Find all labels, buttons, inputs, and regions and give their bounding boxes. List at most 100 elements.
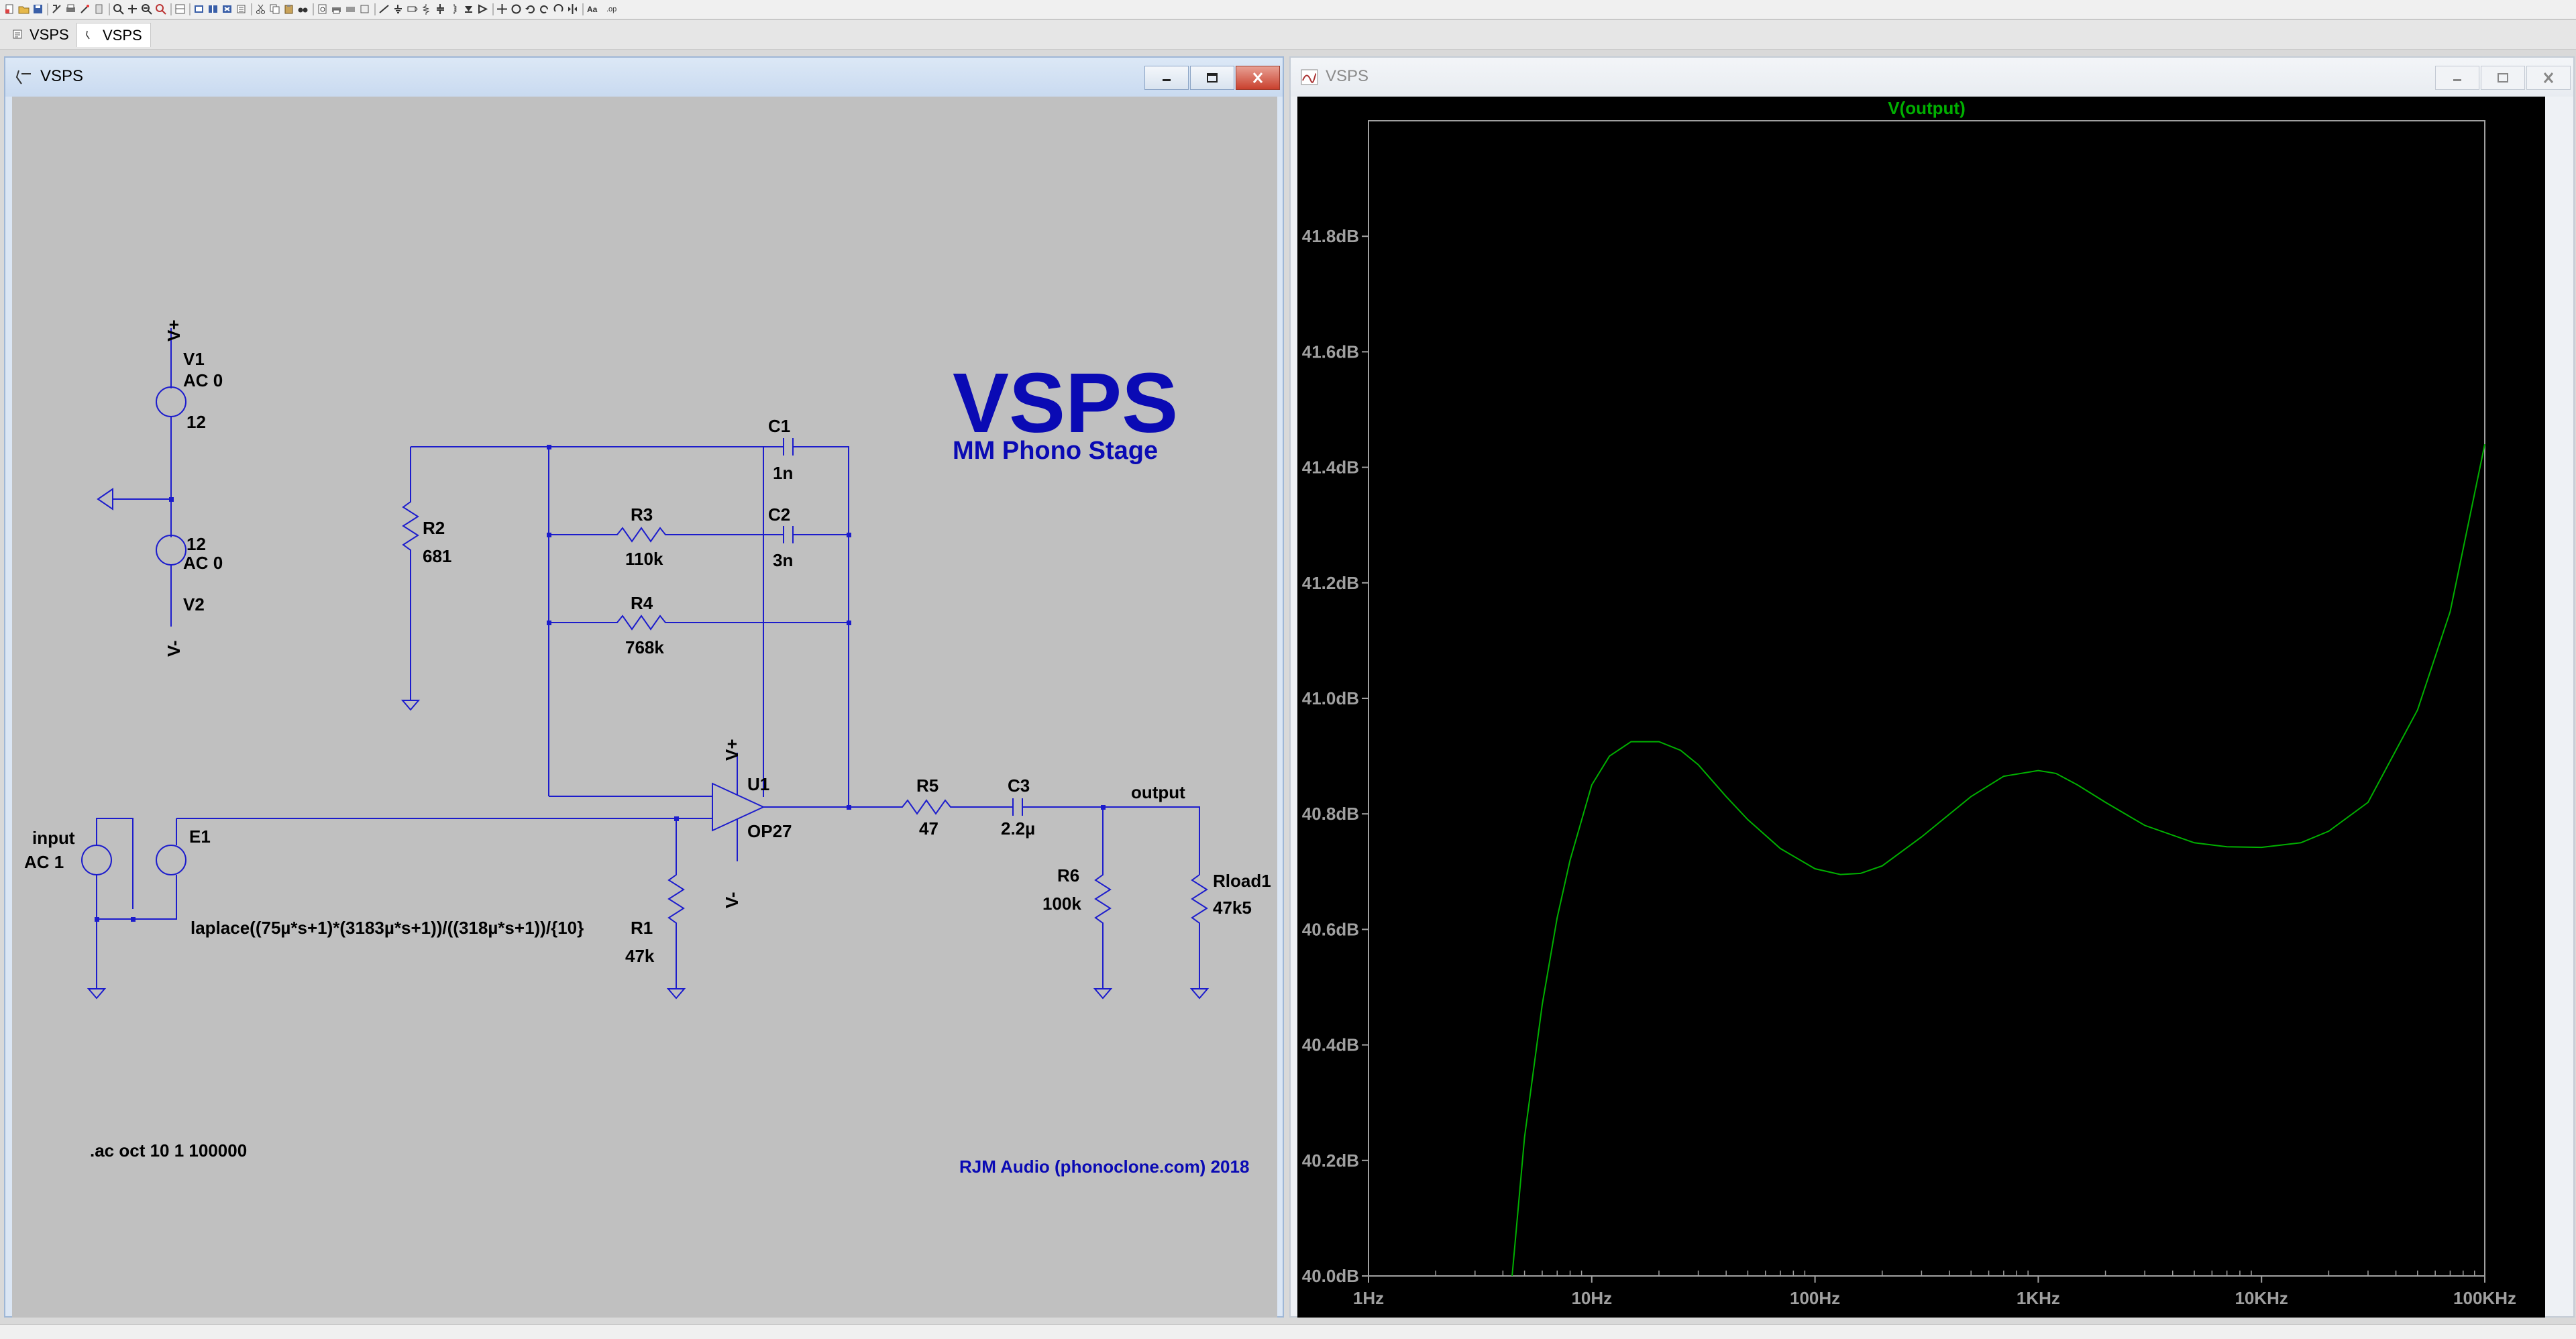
zoom-in-icon[interactable] xyxy=(113,3,124,15)
r2-value: 681 xyxy=(423,546,451,566)
svg-text:.op: .op xyxy=(606,5,616,13)
schematic-canvas[interactable]: VSPS MM Phono Stage RJM Audio (phonoclon… xyxy=(12,97,1277,1318)
y-tick-label: 40.6dB xyxy=(1302,919,1359,939)
window-title: VSPS xyxy=(1326,67,1369,85)
c1-name: C1 xyxy=(768,416,790,436)
r1-name: R1 xyxy=(631,918,653,938)
schematic-window-titlebar[interactable]: VSPS xyxy=(5,58,1283,97)
u1-vplus-label: V+ xyxy=(722,739,742,761)
waveform-plot-pane[interactable]: V(output) 1Hz 10Hz 100Hz 1KHz 10KHz 100KHz 40… xyxy=(1297,97,2545,1318)
u1-vminus-label: V- xyxy=(722,892,742,908)
minimize-button[interactable] xyxy=(1144,66,1189,90)
r5-value: 47 xyxy=(919,818,938,839)
save-icon[interactable] xyxy=(32,3,44,15)
close-button[interactable] xyxy=(2526,66,2571,90)
schematic-title: VSPS xyxy=(953,356,1178,450)
minimize-button[interactable] xyxy=(2435,66,2479,90)
open-folder-icon[interactable] xyxy=(18,3,30,15)
trace-voutput xyxy=(1511,443,2485,1277)
maximize-button[interactable] xyxy=(2481,66,2525,90)
output-net-label: output xyxy=(1131,782,1185,802)
redo-icon[interactable] xyxy=(539,3,550,15)
halt-icon[interactable] xyxy=(93,3,105,15)
x-tick-label: 1Hz xyxy=(1353,1288,1384,1308)
library-icon[interactable] xyxy=(359,3,370,15)
print-preview-icon[interactable] xyxy=(317,3,328,15)
maximize-button[interactable] xyxy=(1190,66,1234,90)
spice-directive-icon[interactable]: .op xyxy=(605,3,616,15)
tab-label: VSPS xyxy=(103,26,142,44)
draw-wire-icon[interactable] xyxy=(378,3,390,15)
label-net-icon[interactable] xyxy=(407,3,418,15)
paste-icon[interactable] xyxy=(283,3,294,15)
print-icon[interactable] xyxy=(65,3,76,15)
close-button[interactable] xyxy=(1236,66,1280,90)
r3-name: R3 xyxy=(631,504,653,525)
tab-schematic[interactable]: VSPS xyxy=(4,23,77,47)
y-tick-label: 40.0dB xyxy=(1302,1266,1359,1286)
control-panel-icon[interactable] xyxy=(51,3,62,15)
copy-icon[interactable] xyxy=(269,3,280,15)
diode-icon[interactable] xyxy=(463,3,474,15)
credit-text: RJM Audio (phonoclone.com) 2018 xyxy=(959,1157,1249,1177)
setup-icon[interactable] xyxy=(345,3,356,15)
new-schematic-icon[interactable] xyxy=(4,3,15,15)
close-all-icon[interactable] xyxy=(221,3,233,15)
mdi-workspace: VSPS VSPS MM Phono Stage RJM Audio (phon… xyxy=(0,50,2576,1324)
tile-vertical-icon[interactable] xyxy=(207,3,219,15)
y-tick-label: 40.8dB xyxy=(1302,804,1359,824)
spice-directive[interactable]: .ac oct 10 1 100000 xyxy=(90,1140,247,1161)
u1-model: OP27 xyxy=(747,821,792,841)
y-tick-label: 41.2dB xyxy=(1302,573,1359,593)
y-tick-label: 41.4dB xyxy=(1302,458,1359,478)
component-icon[interactable] xyxy=(477,3,488,15)
trace-label[interactable]: V(output) xyxy=(1888,98,1966,118)
rload-name: Rload1 xyxy=(1213,871,1271,891)
printer-icon[interactable] xyxy=(331,3,342,15)
schematic-doc-icon xyxy=(12,23,23,47)
resistor-icon[interactable] xyxy=(421,3,432,15)
capacitor-icon[interactable] xyxy=(435,3,446,15)
c2-value: 3n xyxy=(773,550,793,570)
r5-name: R5 xyxy=(916,775,938,796)
input-source-ac: AC 1 xyxy=(24,852,64,872)
v1-name: V1 xyxy=(183,349,205,369)
y-tick-label: 41.8dB xyxy=(1302,226,1359,246)
mirror-icon[interactable] xyxy=(567,3,578,15)
tile-windows-icon[interactable] xyxy=(174,3,186,15)
inductor-icon[interactable] xyxy=(449,3,460,15)
cascade-windows-icon[interactable] xyxy=(193,3,205,15)
x-tick-label: 100KHz xyxy=(2453,1288,2516,1308)
schematic-drawing: VSPS MM Phono Stage RJM Audio (phonoclon… xyxy=(24,319,1271,1177)
rotate-icon[interactable] xyxy=(553,3,564,15)
ground-icon[interactable] xyxy=(392,3,404,15)
v1-value: 12 xyxy=(186,412,206,432)
waveform-doc-icon xyxy=(85,23,96,48)
plot-window-titlebar[interactable]: VSPS xyxy=(1291,58,2573,97)
e1-laplace-expression: laplace((75µ*s+1)*(3183µ*s+1))/((318µ*s+… xyxy=(191,918,584,938)
window-title: VSPS xyxy=(40,67,84,85)
undo-icon[interactable] xyxy=(525,3,536,15)
run-icon[interactable] xyxy=(79,3,91,15)
move-icon[interactable] xyxy=(496,3,508,15)
svg-text:Aa: Aa xyxy=(587,5,598,14)
x-tick-label: 10KHz xyxy=(2235,1288,2288,1308)
drag-icon[interactable] xyxy=(511,3,522,15)
e1-name: E1 xyxy=(189,826,211,847)
window-list-icon[interactable] xyxy=(235,3,247,15)
text-icon[interactable]: Aa xyxy=(586,3,598,15)
cut-icon[interactable] xyxy=(255,3,266,15)
status-bar xyxy=(0,1324,2576,1339)
zoom-fit-icon[interactable] xyxy=(155,3,166,15)
x-tick-label: 100Hz xyxy=(1790,1288,1840,1308)
find-icon[interactable] xyxy=(297,3,309,15)
schematic-subtitle: MM Phono Stage xyxy=(953,437,1158,465)
waveform-chart: V(output) 1Hz 10Hz 100Hz 1KHz 10KHz 100KHz 40… xyxy=(1302,98,2516,1308)
r6-value: 100k xyxy=(1042,894,1081,914)
c1-value: 1n xyxy=(773,463,793,483)
zoom-out-icon[interactable] xyxy=(141,3,152,15)
waveform-viewer-icon xyxy=(1300,68,1319,86)
v1-ac: AC 0 xyxy=(183,370,223,390)
tab-plot[interactable]: VSPS xyxy=(76,23,151,47)
pan-icon[interactable] xyxy=(127,3,138,15)
